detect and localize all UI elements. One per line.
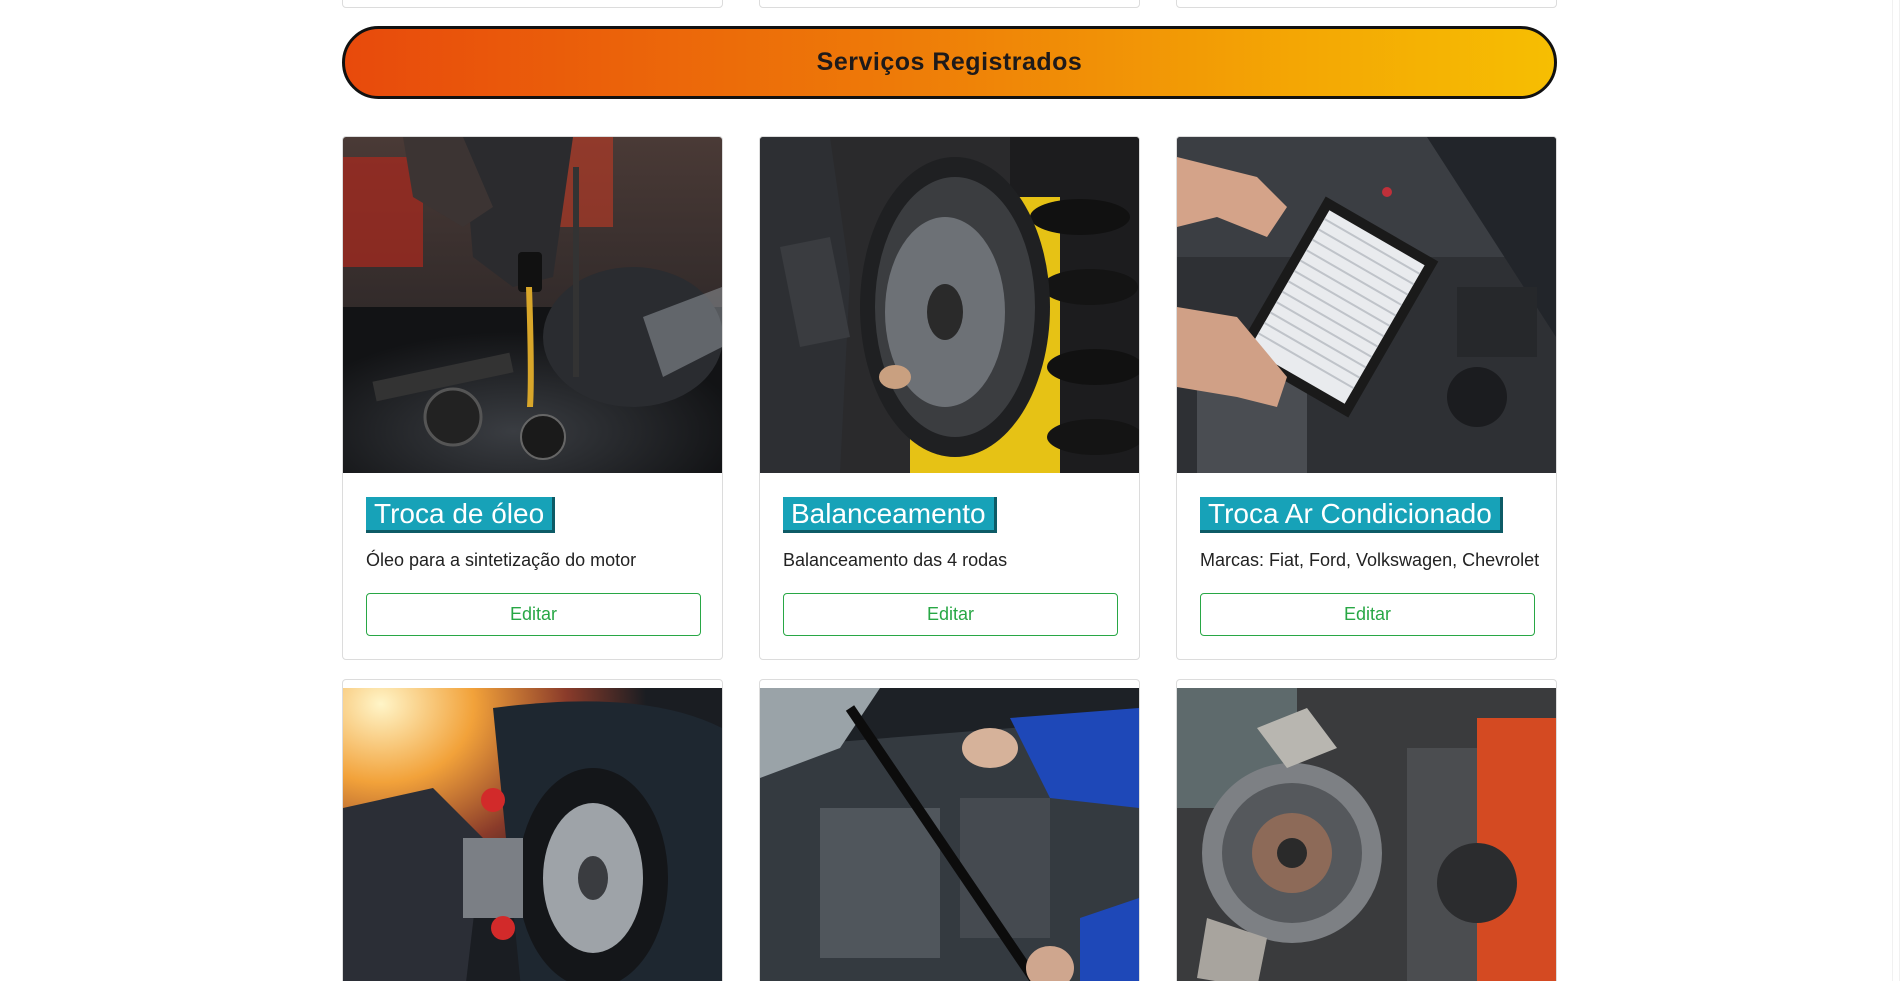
previous-card <box>342 0 723 8</box>
service-description: Balanceamento das 4 rodas <box>783 550 1008 570</box>
edit-button[interactable]: Editar <box>783 593 1118 636</box>
section-banner: Serviços Registrados <box>342 26 1557 99</box>
service-title: Balanceamento <box>783 497 997 533</box>
air-filter-image <box>1177 137 1556 473</box>
service-card <box>1176 679 1557 981</box>
oil-change-image <box>343 137 722 473</box>
edit-button[interactable]: Editar <box>366 593 701 636</box>
service-title: Troca Ar Condicionado <box>1200 497 1503 533</box>
wheel-alignment-image <box>343 680 722 981</box>
previous-card <box>1176 0 1557 8</box>
service-description: Óleo para a sintetização do motor <box>366 550 637 570</box>
service-card <box>342 679 723 981</box>
service-card <box>759 679 1140 981</box>
windshield-wiper-image <box>760 680 1139 981</box>
service-card: Balanceamento Balanceamento das 4 rodas … <box>759 136 1140 660</box>
edit-button[interactable]: Editar <box>1200 593 1535 636</box>
scrollbar-thumb[interactable] <box>1893 0 1899 981</box>
section-title: Serviços Registrados <box>816 48 1083 76</box>
page-scrollbar[interactable] <box>1892 0 1900 981</box>
service-description: Marcas: Fiat, Ford, Volkswagen, Chevrole… <box>1200 550 1540 570</box>
wheel-balancing-image <box>760 137 1139 473</box>
clutch-plate-image <box>1177 680 1556 981</box>
service-card: Troca de óleo Óleo para a sintetização d… <box>342 136 723 660</box>
previous-card <box>759 0 1140 8</box>
previous-row-cards <box>342 0 1557 8</box>
service-card: Troca Ar Condicionado Marcas: Fiat, Ford… <box>1176 136 1557 660</box>
service-title: Troca de óleo <box>366 497 556 533</box>
